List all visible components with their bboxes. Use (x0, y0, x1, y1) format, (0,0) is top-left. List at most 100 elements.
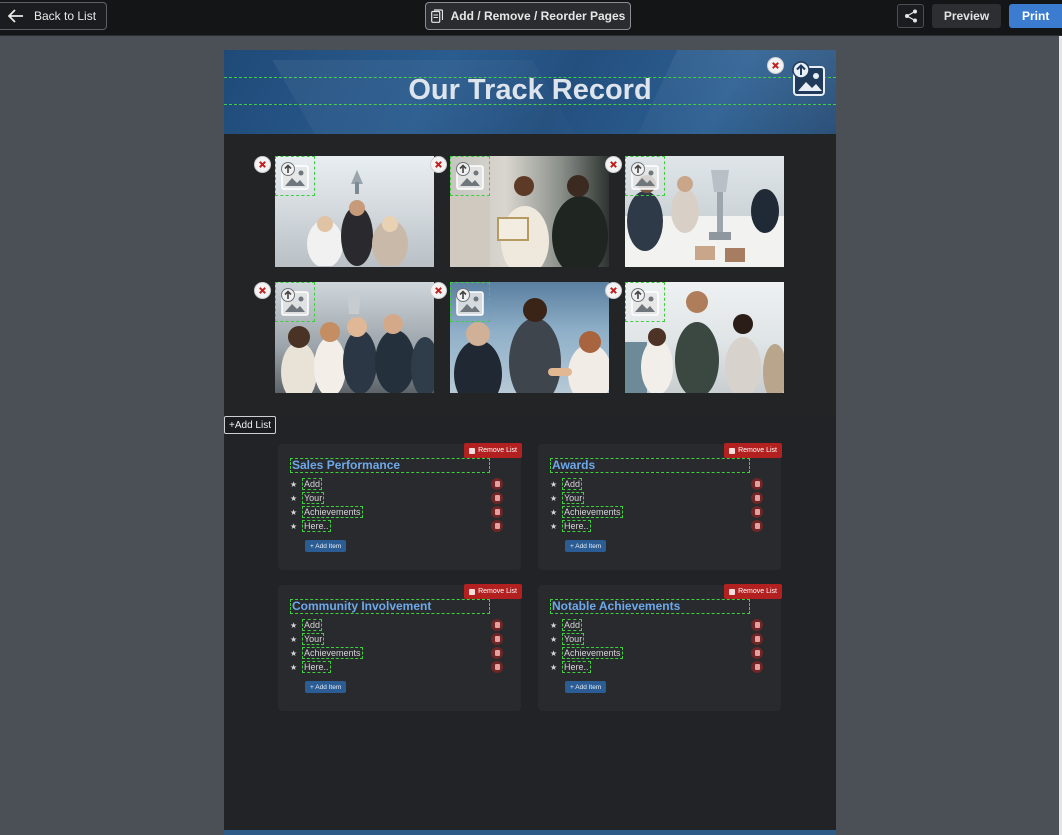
photo-2[interactable] (450, 156, 609, 267)
print-button[interactable]: Print (1009, 4, 1062, 28)
list-item-text[interactable]: Achievements (562, 506, 623, 518)
page-title[interactable]: Our Track Record (224, 74, 836, 107)
trash-icon (754, 495, 760, 501)
list-item-text[interactable]: Here.. (562, 520, 591, 532)
photo-5[interactable] (450, 282, 609, 393)
reorder-pages-button[interactable]: Add / Remove / Reorder Pages (425, 2, 631, 30)
add-list-button[interactable]: +Add List (224, 416, 276, 434)
list-item-text[interactable]: Achievements (562, 647, 623, 659)
list-item-text[interactable]: Add (302, 478, 323, 490)
list-item: ★ Your (290, 491, 508, 505)
list-item-text[interactable]: Achievements (302, 647, 363, 659)
list-item-text[interactable]: Add (302, 619, 323, 631)
trash-icon (494, 481, 500, 487)
remove-photo-3-button[interactable] (605, 156, 622, 173)
delete-item-button[interactable] (491, 661, 503, 673)
list-item-text[interactable]: Add (562, 478, 583, 490)
add-item-button[interactable]: + Add Item (565, 681, 607, 693)
remove-list-button[interactable]: Remove List (724, 584, 782, 599)
delete-item-button[interactable] (491, 633, 503, 645)
trash-icon (494, 664, 500, 670)
preview-label: Preview (943, 9, 990, 23)
remove-photo-4-button[interactable] (254, 282, 271, 299)
photo-6[interactable] (625, 282, 784, 393)
photo-4[interactable] (275, 282, 434, 393)
photo-upload-zone[interactable] (275, 156, 315, 196)
close-icon (610, 287, 617, 294)
remove-photo-1-button[interactable] (254, 156, 271, 173)
delete-item-button[interactable] (491, 647, 503, 659)
list-item-text[interactable]: Achievements (302, 506, 363, 518)
preview-button[interactable]: Preview (932, 4, 1001, 28)
star-icon: ★ (550, 634, 558, 644)
list-item-text[interactable]: Your (562, 633, 585, 645)
delete-item-button[interactable] (751, 478, 763, 490)
star-icon: ★ (290, 521, 298, 531)
photo-upload-zone[interactable] (625, 156, 665, 196)
add-item-button[interactable]: + Add Item (565, 540, 607, 552)
trash-icon (754, 523, 760, 529)
delete-item-button[interactable] (491, 520, 503, 532)
remove-list-button[interactable]: Remove List (464, 443, 522, 458)
star-icon: ★ (290, 662, 298, 672)
delete-item-button[interactable] (751, 492, 763, 504)
trash-icon (469, 588, 476, 595)
image-upload-icon (631, 288, 659, 316)
delete-item-button[interactable] (751, 520, 763, 532)
list-item-text[interactable]: Your (302, 492, 325, 504)
delete-item-button[interactable] (751, 633, 763, 645)
list-item-text[interactable]: Here.. (302, 520, 331, 532)
arrow-left-icon (8, 9, 23, 23)
delete-item-button[interactable] (751, 619, 763, 631)
image-upload-icon (281, 162, 309, 190)
photo-upload-zone[interactable] (275, 282, 315, 322)
add-item-button[interactable]: + Add Item (305, 681, 347, 693)
photo-upload-zone[interactable] (450, 156, 490, 196)
list-item: ★ Add (550, 477, 768, 491)
back-to-list-button[interactable]: Back to List (0, 2, 107, 30)
remove-list-button[interactable]: Remove List (464, 584, 522, 599)
delete-item-button[interactable] (491, 492, 503, 504)
list-item-text[interactable]: Here.. (302, 661, 331, 673)
star-icon: ★ (550, 493, 558, 503)
list-title[interactable]: Notable Achievements (550, 599, 750, 614)
remove-list-button[interactable]: Remove List (724, 443, 782, 458)
remove-header-image-button[interactable] (767, 57, 784, 74)
delete-item-button[interactable] (491, 619, 503, 631)
list-item-text[interactable]: Your (562, 492, 585, 504)
list-title[interactable]: Awards (550, 458, 750, 473)
lists-section: Remove List Sales Performance ★ Add ★ Your… (224, 416, 836, 835)
star-icon: ★ (550, 662, 558, 672)
share-button[interactable] (897, 4, 924, 28)
image-upload-icon[interactable] (790, 60, 828, 98)
list-title[interactable]: Community Involvement (290, 599, 490, 614)
delete-item-button[interactable] (751, 506, 763, 518)
list-item-text[interactable]: Your (302, 633, 325, 645)
list-items: ★ Add ★ Your ★ Achievements ★ Here.. (290, 618, 508, 674)
photo-3[interactable] (625, 156, 784, 267)
remove-photo-5-button[interactable] (430, 282, 447, 299)
list-item-text[interactable]: Here.. (562, 661, 591, 673)
close-icon (772, 62, 779, 69)
list-items: ★ Add ★ Your ★ Achievements ★ Here.. (290, 477, 508, 533)
remove-photo-2-button[interactable] (430, 156, 447, 173)
photo-upload-zone[interactable] (450, 282, 490, 322)
list-item: ★ Here.. (290, 519, 508, 533)
delete-item-button[interactable] (491, 478, 503, 490)
delete-item-button[interactable] (751, 661, 763, 673)
delete-item-button[interactable] (491, 506, 503, 518)
trash-icon (729, 588, 736, 595)
trash-icon (494, 523, 500, 529)
photo-1[interactable] (275, 156, 434, 267)
close-icon (610, 161, 617, 168)
delete-item-button[interactable] (751, 647, 763, 659)
remove-list-label: Remove List (738, 588, 777, 595)
list-item: ★ Add (290, 477, 508, 491)
add-item-button[interactable]: + Add Item (305, 540, 347, 552)
list-item-text[interactable]: Add (562, 619, 583, 631)
list-items: ★ Add ★ Your ★ Achievements ★ Here.. (550, 618, 768, 674)
remove-photo-6-button[interactable] (605, 282, 622, 299)
list-title[interactable]: Sales Performance (290, 458, 490, 473)
list-item: ★ Achievements (550, 646, 768, 660)
photo-upload-zone[interactable] (625, 282, 665, 322)
